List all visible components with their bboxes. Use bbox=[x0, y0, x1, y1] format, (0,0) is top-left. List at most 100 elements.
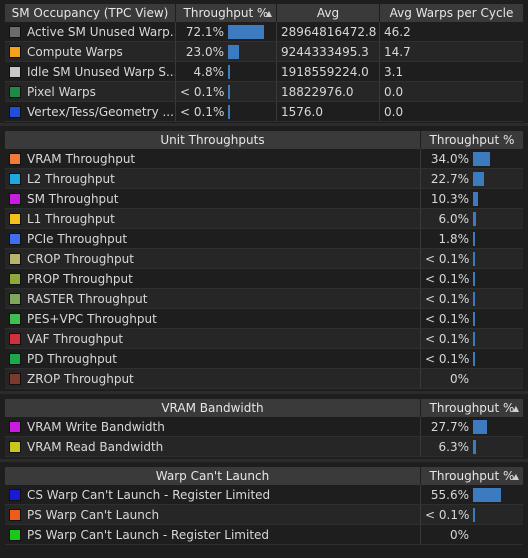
table-row[interactable]: Active SM Unused Warp... 72.1% 28964816472… bbox=[5, 22, 523, 42]
throughput-bar bbox=[473, 419, 509, 434]
table-row[interactable]: Vertex/Tess/Geometry ... < 0.1% 1576.0 0.0 bbox=[5, 102, 523, 122]
throughput-cell: 0% bbox=[421, 369, 523, 388]
throughput-bar bbox=[473, 507, 509, 522]
throughput-bar-fill bbox=[228, 104, 230, 119]
avg-warps-cell: 14.7 bbox=[380, 42, 523, 61]
column-header-throughput[interactable]: Throughput % bbox=[421, 131, 523, 149]
table-row[interactable]: L1 Throughput 6.0% bbox=[5, 209, 523, 229]
color-swatch[interactable] bbox=[9, 420, 21, 433]
avg-warps-value: 3.1 bbox=[384, 64, 404, 79]
throughput-cell: < 0.1% bbox=[176, 102, 277, 121]
section-divider[interactable] bbox=[0, 123, 528, 126]
table-row[interactable]: ZROP Throughput 0% bbox=[5, 369, 523, 389]
throughput-value: 6.3% bbox=[438, 439, 470, 454]
color-swatch[interactable] bbox=[9, 312, 21, 325]
color-swatch[interactable] bbox=[9, 372, 21, 385]
column-header-avg[interactable]: Avg bbox=[277, 4, 380, 22]
table-row[interactable]: PD Throughput < 0.1% bbox=[5, 349, 523, 369]
column-header-throughput[interactable]: Throughput % ▲ bbox=[421, 467, 523, 485]
table-row[interactable]: VRAM Throughput 34.0% bbox=[5, 149, 523, 169]
color-swatch[interactable] bbox=[9, 232, 21, 245]
metric-name-cell: PD Throughput bbox=[5, 349, 421, 368]
throughput-cell: 10.3% bbox=[421, 189, 523, 208]
metric-name-cell: ZROP Throughput bbox=[5, 369, 421, 388]
table-row[interactable]: L2 Throughput 22.7% bbox=[5, 169, 523, 189]
throughput-bar bbox=[228, 104, 264, 119]
color-swatch[interactable] bbox=[9, 65, 21, 78]
color-swatch[interactable] bbox=[9, 212, 21, 225]
color-swatch[interactable] bbox=[9, 332, 21, 345]
throughput-value: < 0.1% bbox=[425, 507, 470, 522]
column-header-throughput[interactable]: Throughput % ▲ bbox=[421, 399, 523, 417]
throughput-cell: < 0.1% bbox=[421, 309, 523, 328]
metric-name-cell: Active SM Unused Warp... bbox=[5, 22, 176, 41]
throughput-bar-fill bbox=[473, 311, 475, 326]
throughput-value: 27.7% bbox=[430, 419, 469, 434]
color-swatch[interactable] bbox=[9, 528, 21, 541]
throughput-value: 22.7% bbox=[430, 171, 469, 186]
table-row[interactable]: RASTER Throughput < 0.1% bbox=[5, 289, 523, 309]
metric-name-cell: VRAM Write Bandwidth bbox=[5, 417, 421, 436]
table-row[interactable]: CROP Throughput < 0.1% bbox=[5, 249, 523, 269]
table-row[interactable]: PCIe Throughput 1.8% bbox=[5, 229, 523, 249]
column-header-throughput[interactable]: Throughput % ▲ bbox=[176, 4, 277, 22]
throughput-bar-fill bbox=[473, 151, 490, 166]
throughput-bar bbox=[473, 372, 509, 386]
sm-occupancy-header: SM Occupancy (TPC View) Throughput % ▲ Av… bbox=[5, 4, 523, 22]
color-swatch[interactable] bbox=[9, 152, 21, 165]
throughput-cell: < 0.1% bbox=[421, 349, 523, 368]
color-swatch[interactable] bbox=[9, 508, 21, 521]
avg-warps-value: 0.0 bbox=[384, 84, 404, 99]
color-swatch[interactable] bbox=[9, 45, 21, 58]
metric-name: CROP Throughput bbox=[27, 251, 134, 266]
throughput-bar-fill bbox=[473, 487, 501, 502]
table-row[interactable]: CS Warp Can't Launch - Register Limited 5… bbox=[5, 485, 523, 505]
metric-name: VRAM Write Bandwidth bbox=[27, 419, 165, 434]
metric-name-cell: Compute Warps bbox=[5, 42, 176, 61]
table-row[interactable]: VAF Throughput < 0.1% bbox=[5, 329, 523, 349]
color-swatch[interactable] bbox=[9, 85, 21, 98]
warp-cant-launch-table: Warp Can't Launch Throughput % ▲ CS Warp … bbox=[5, 467, 523, 545]
color-swatch[interactable] bbox=[9, 272, 21, 285]
color-swatch[interactable] bbox=[9, 352, 21, 365]
metric-name-cell: L1 Throughput bbox=[5, 209, 421, 228]
table-row[interactable]: PS Warp Can't Launch < 0.1% bbox=[5, 505, 523, 525]
color-swatch[interactable] bbox=[9, 440, 21, 453]
table-row[interactable]: PS Warp Can't Launch - Register Limited 0… bbox=[5, 525, 523, 545]
color-swatch[interactable] bbox=[9, 488, 21, 501]
metric-name: L1 Throughput bbox=[27, 211, 115, 226]
throughput-value: 0% bbox=[449, 527, 469, 542]
throughput-cell: 1.8% bbox=[421, 229, 523, 248]
metric-name-cell: CROP Throughput bbox=[5, 249, 421, 268]
metric-name-cell: CS Warp Can't Launch - Register Limited bbox=[5, 485, 421, 504]
table-row[interactable]: VRAM Write Bandwidth 27.7% bbox=[5, 417, 523, 437]
table-row[interactable]: VRAM Read Bandwidth 6.3% bbox=[5, 437, 523, 457]
color-swatch[interactable] bbox=[9, 105, 21, 118]
column-header-name[interactable]: SM Occupancy (TPC View) bbox=[5, 4, 176, 22]
table-row[interactable]: PROP Throughput < 0.1% bbox=[5, 269, 523, 289]
throughput-value: 0% bbox=[449, 371, 469, 386]
column-header-name[interactable]: Unit Throughputs bbox=[5, 131, 421, 149]
table-row[interactable]: SM Throughput 10.3% bbox=[5, 189, 523, 209]
throughput-bar bbox=[473, 487, 509, 502]
color-swatch[interactable] bbox=[9, 192, 21, 205]
unit-throughputs-table: Unit Throughputs Throughput % VRAM Throu… bbox=[5, 131, 523, 389]
column-header-name[interactable]: Warp Can't Launch bbox=[5, 467, 421, 485]
metric-name: Idle SM Unused Warp S... bbox=[27, 64, 176, 79]
table-row[interactable]: Compute Warps 23.0% 9244333495.3 14.7 bbox=[5, 42, 523, 62]
color-swatch[interactable] bbox=[9, 252, 21, 265]
color-swatch[interactable] bbox=[9, 25, 21, 38]
warp-cant-launch-header: Warp Can't Launch Throughput % ▲ bbox=[5, 467, 523, 485]
throughput-value: < 0.1% bbox=[425, 251, 470, 266]
table-row[interactable]: Idle SM Unused Warp S... 4.8% 1918559224.0… bbox=[5, 62, 523, 82]
section-divider[interactable] bbox=[0, 459, 528, 462]
color-swatch[interactable] bbox=[9, 172, 21, 185]
section-divider[interactable] bbox=[0, 391, 528, 394]
column-header-avg-warps[interactable]: Avg Warps per Cycle bbox=[380, 4, 523, 22]
avg-warps-cell: 0.0 bbox=[380, 82, 523, 101]
color-swatch[interactable] bbox=[9, 292, 21, 305]
column-header-name[interactable]: VRAM Bandwidth bbox=[5, 399, 421, 417]
table-row[interactable]: PES+VPC Throughput < 0.1% bbox=[5, 309, 523, 329]
throughput-bar-fill bbox=[473, 331, 475, 346]
table-row[interactable]: Pixel Warps < 0.1% 18822976.0 0.0 bbox=[5, 82, 523, 102]
